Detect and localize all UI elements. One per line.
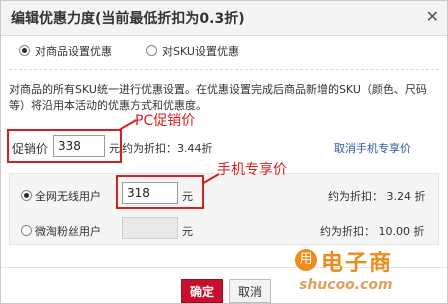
radio-all-wireless-users[interactable] xyxy=(21,190,32,201)
radio-by-product[interactable] xyxy=(19,45,30,56)
mobile-price-annotation: 手机专享价 xyxy=(217,162,287,178)
weitao-price-input xyxy=(122,217,178,239)
weitao-price-unit: 元 xyxy=(182,225,193,238)
watermark-logo: 用 电子商 shucoo.com xyxy=(293,237,445,303)
wireless-price-input[interactable] xyxy=(122,182,178,204)
dialog-header: 编辑优惠力度(当前最低折扣为0.3折) ✕ xyxy=(1,1,447,36)
watermark-title: 电子商 xyxy=(321,251,394,276)
divider xyxy=(9,69,439,70)
wireless-price-unit: 元 xyxy=(182,190,193,203)
wireless-discount-text: 约为折扣： 3.24 折 xyxy=(328,190,426,203)
promo-price-unit: 元 xyxy=(109,142,120,155)
weitao-fans-label[interactable]: 微淘粉丝用户 xyxy=(35,223,101,239)
option-by-sku-label[interactable]: 对SKU设置优惠 xyxy=(162,43,239,59)
radio-by-sku[interactable] xyxy=(146,45,157,56)
watermark-url: shucoo.com xyxy=(299,277,393,293)
dialog-title: 编辑优惠力度(当前最低折扣为0.3折) xyxy=(11,11,245,27)
confirm-button[interactable]: 确定 xyxy=(181,279,223,303)
description-text: 对商品的所有SKU统一进行优惠设置。在优惠设置完成后商品新增的SKU（颜色、尺码… xyxy=(9,83,427,112)
wireless-users-label[interactable]: 全网无线用户 xyxy=(35,188,101,204)
promo-price-input[interactable] xyxy=(53,135,105,157)
promo-price-label: 促销价 xyxy=(12,142,49,156)
pc-price-annotation: PC促销价 xyxy=(135,113,196,129)
discount-dialog: 编辑优惠力度(当前最低折扣为0.3折) ✕ 对商品设置优惠 对SKU设置优惠 对… xyxy=(0,0,448,304)
close-icon[interactable]: ✕ xyxy=(426,7,439,26)
pc-discount-text: 约为折扣：3.44折 xyxy=(122,142,213,155)
watermark-icon: 用 xyxy=(295,249,317,271)
cancel-mobile-price-link[interactable]: 取消手机专享价 xyxy=(334,140,411,156)
option-by-product-label[interactable]: 对商品设置优惠 xyxy=(35,43,112,59)
radio-weitao-fans[interactable] xyxy=(21,225,32,236)
cancel-button[interactable]: 取消 xyxy=(229,279,271,303)
